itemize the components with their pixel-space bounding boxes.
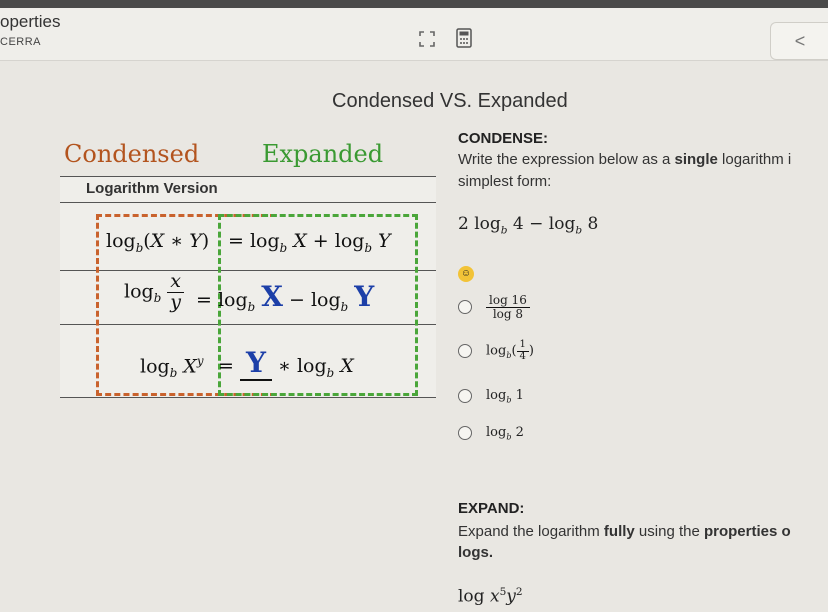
header: operties CERRA < [0,8,828,61]
table-header: Logarithm Version [86,180,218,197]
expand-instruction-line2: logs. [458,544,494,561]
fullscreen-icon[interactable] [418,30,436,48]
power-rule-expanded: = Y ∗ logb X [218,346,354,381]
option-c[interactable]: logb 1 [458,388,524,405]
log-properties-table: Logarithm Version logb(X ∗ Y) = logb X +… [60,176,436,398]
option-b[interactable]: logb(1 4) [458,339,534,362]
radio-button[interactable] [458,389,472,404]
option-d-label: logb 2 [486,425,524,442]
option-c-label: logb 1 [486,388,524,405]
back-button[interactable]: < [770,22,828,60]
expand-instruction: Expand the logarithm fully using the pro… [458,523,791,540]
app-subtitle: CERRA [0,36,42,48]
table-border-bottom [60,397,436,398]
product-rule-condensed: logb(X ∗ Y) [106,230,210,255]
condense-instruction: Write the expression below as a single l… [458,151,792,168]
radio-button[interactable] [458,344,472,358]
power-rule-condensed: logb Xy [140,354,204,381]
hint-emoji-icon[interactable]: ☺ [458,266,474,282]
option-d[interactable]: logb 2 [458,425,524,442]
page-title: Condensed VS. Expanded [332,90,568,112]
table-divider [60,202,436,203]
expanded-heading: Expanded [262,140,384,168]
expand-expression: log x5y2 [458,586,523,607]
condensed-heading: Condensed [64,140,200,168]
top-bar [0,0,828,8]
radio-button[interactable] [458,426,472,441]
option-a-label: log 16 log 8 [486,294,530,320]
calculator-icon[interactable] [456,28,472,48]
condense-label: CONDENSE: [458,130,549,147]
condense-instruction-line2: simplest form: [458,173,552,190]
app-title: operties [0,12,61,31]
quotient-rule-condensed: logb xy [124,271,184,313]
expand-label: EXPAND: [458,500,525,517]
product-rule-expanded: = logb X + logb Y [228,230,391,255]
option-b-label: logb(1 4) [486,339,534,362]
quotient-rule-expanded: = logb X − logb Y [196,280,375,314]
table-border-top [60,176,436,177]
radio-button[interactable] [458,300,472,315]
condense-expression: 2 logb 4 − logb 8 [458,214,599,237]
option-a[interactable]: log 16 log 8 [458,294,530,320]
